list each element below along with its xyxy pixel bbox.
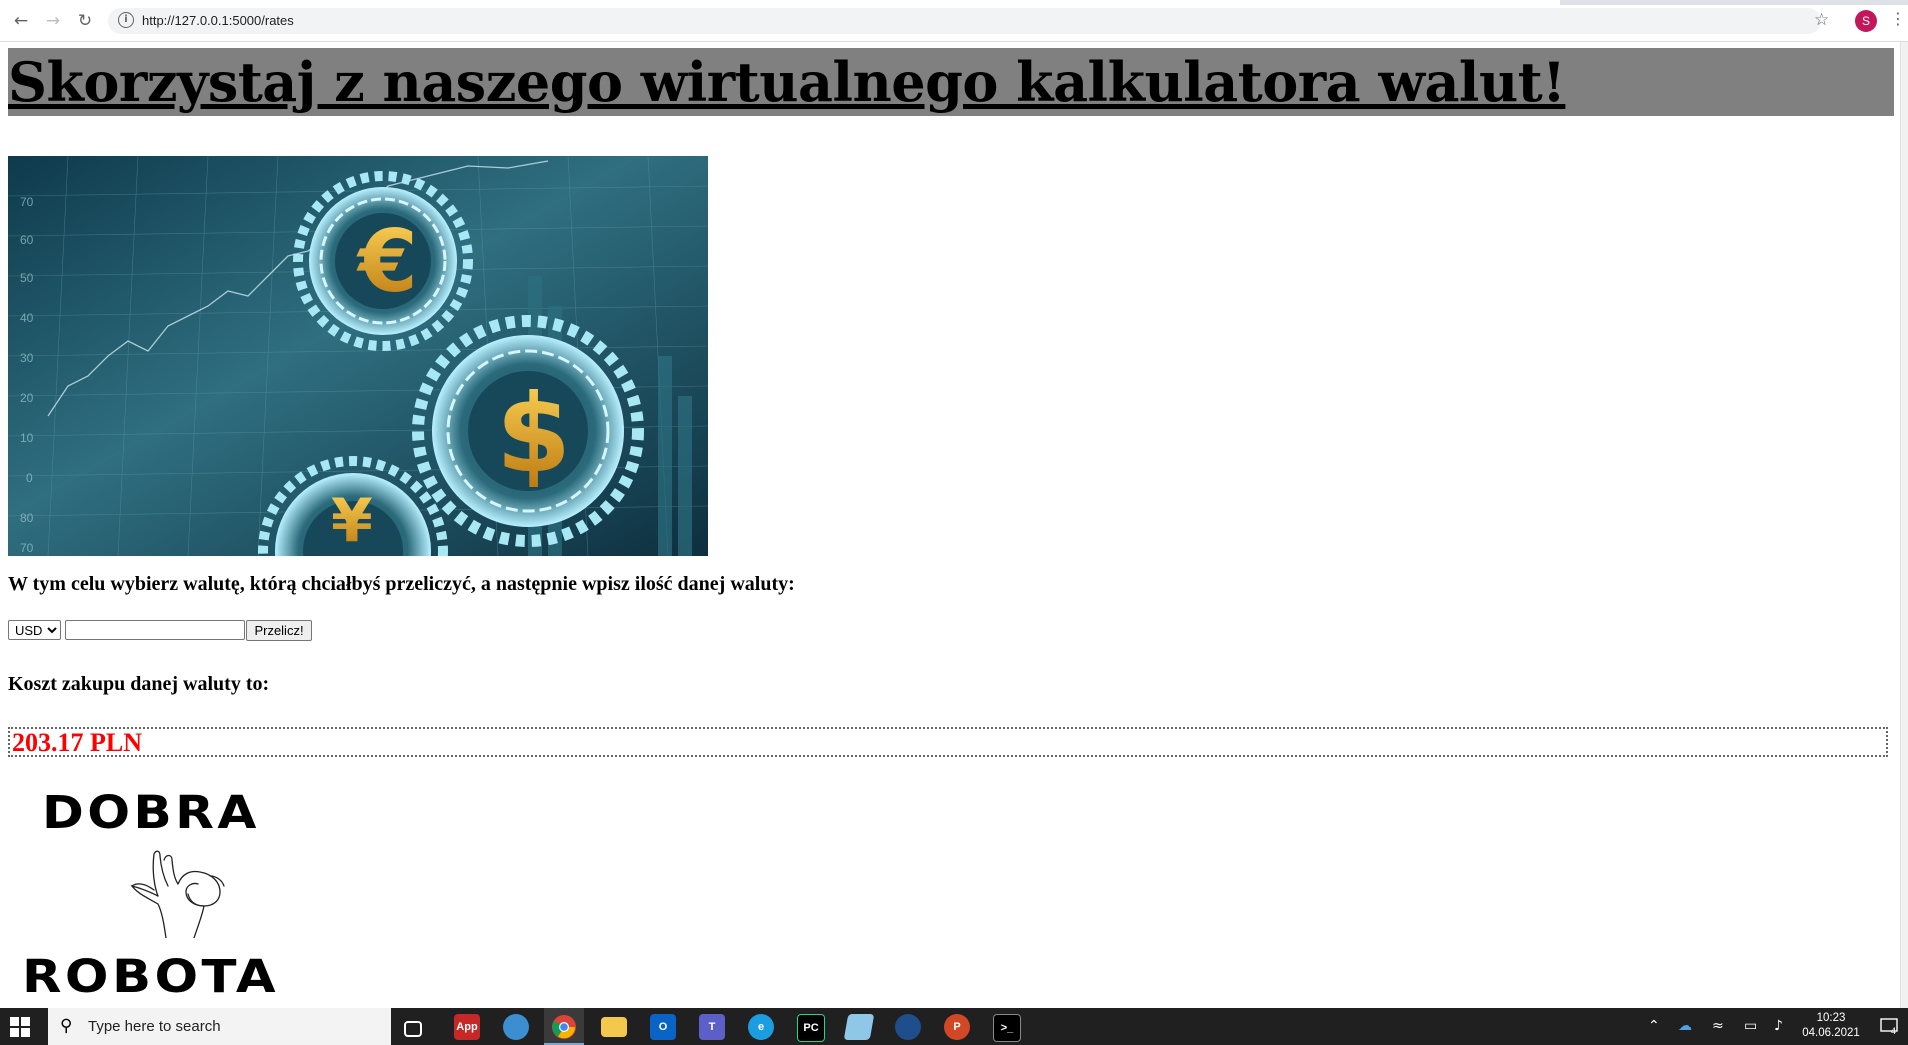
taskbar-search-placeholder: Type here to search: [88, 1018, 221, 1035]
task-view-icon[interactable]: [404, 1021, 422, 1037]
app-2-icon[interactable]: [895, 1014, 921, 1040]
svg-text:0: 0: [26, 471, 33, 485]
amount-input[interactable]: [65, 620, 245, 640]
windows-start-icon[interactable]: [10, 1017, 30, 1037]
powerpoint-icon[interactable]: P: [944, 1014, 970, 1040]
site-info-icon[interactable]: i: [118, 12, 134, 28]
svg-text:50: 50: [20, 271, 34, 285]
windows-taskbar: ⚲ Type here to search App O T e PC P >_ …: [0, 1008, 1908, 1045]
svg-text:70: 70: [20, 541, 34, 555]
clock-time: 10:23: [1816, 1012, 1846, 1024]
taskbar-search[interactable]: ⚲ Type here to search: [48, 1008, 391, 1045]
reload-icon[interactable]: ↻: [74, 10, 96, 32]
volume-icon[interactable]: ♪: [1774, 1018, 1783, 1034]
url-text[interactable]: http://127.0.0.1:5000/rates: [142, 13, 294, 28]
svg-text:20: 20: [20, 391, 34, 405]
edge-icon[interactable]: e: [748, 1014, 774, 1040]
onedrive-icon[interactable]: ☁: [1678, 1018, 1692, 1034]
vertical-scrollbar[interactable]: [1900, 42, 1908, 1008]
svg-text:30: 30: [20, 351, 34, 365]
currency-select[interactable]: USD: [8, 620, 61, 640]
tray-chevron-icon[interactable]: ⌃: [1648, 1018, 1660, 1034]
notepad-icon[interactable]: [843, 1014, 875, 1040]
pycharm-icon[interactable]: PC: [797, 1014, 825, 1042]
svg-text:$: $: [496, 372, 571, 497]
instruction-text: W tym celu wybierz walutę, którą chciałb…: [8, 573, 795, 595]
ok-hand-icon: [130, 850, 225, 938]
svg-text:60: 60: [20, 233, 34, 247]
convert-button[interactable]: Przelicz!: [246, 620, 312, 641]
forward-icon[interactable]: →: [42, 10, 64, 32]
menu-kebab-icon[interactable]: ⋮: [1890, 9, 1906, 28]
chrome-icon[interactable]: [551, 1014, 577, 1040]
page-title: Skorzystaj z naszego wirtualnego kalkula…: [8, 50, 1566, 114]
store-icon[interactable]: [503, 1014, 529, 1040]
teams-icon[interactable]: T: [699, 1014, 725, 1040]
back-icon[interactable]: ←: [10, 10, 32, 32]
notification-count: 4: [1891, 1026, 1896, 1035]
outlook-icon[interactable]: O: [650, 1014, 676, 1040]
good-job-image: DOBRA ROBOTA: [8, 780, 368, 1008]
browser-toolbar: ← → ↻ i http://127.0.0.1:5000/rates ☆ S …: [0, 0, 1908, 42]
active-tab[interactable]: [0, 0, 1560, 5]
wifi-icon[interactable]: ≈: [1712, 1018, 1724, 1034]
page-viewport: Skorzystaj z naszego wirtualnego kalkula…: [0, 42, 1900, 1008]
bookmark-star-icon[interactable]: ☆: [1814, 10, 1829, 30]
result-value: 203.17 PLN: [12, 728, 142, 757]
good-job-line1: DOBRA: [42, 786, 260, 839]
app-icon[interactable]: App: [454, 1014, 480, 1040]
result-box: 203.17 PLN: [8, 727, 1888, 757]
svg-text:80: 80: [20, 511, 34, 525]
header-banner: Skorzystaj z naszego wirtualnego kalkula…: [8, 48, 1894, 116]
cost-label: Koszt zakupu danej waluty to:: [8, 673, 270, 695]
notification-icon[interactable]: 4: [1880, 1017, 1898, 1035]
address-bar[interactable]: i http://127.0.0.1:5000/rates: [108, 8, 1821, 34]
file-explorer-icon[interactable]: [601, 1017, 627, 1037]
terminal-icon[interactable]: >_: [993, 1014, 1021, 1042]
good-job-line2: ROBOTA: [22, 950, 280, 1003]
profile-avatar[interactable]: S: [1855, 10, 1877, 32]
svg-text:€: €: [356, 212, 418, 312]
taskbar-clock[interactable]: 10:23 04.06.2021: [1794, 1011, 1868, 1041]
currency-banner-image: 70 60 50 40 30 20 10 0 80 70 € $ ¥: [8, 156, 708, 556]
svg-text:10: 10: [20, 431, 34, 445]
clock-date: 04.06.2021: [1802, 1027, 1860, 1039]
svg-text:40: 40: [20, 311, 34, 325]
svg-text:¥: ¥: [331, 486, 373, 556]
search-icon: ⚲: [60, 1016, 73, 1036]
battery-icon[interactable]: ▭: [1744, 1018, 1757, 1034]
tab-strip: [0, 0, 1908, 5]
svg-text:70: 70: [20, 195, 34, 209]
